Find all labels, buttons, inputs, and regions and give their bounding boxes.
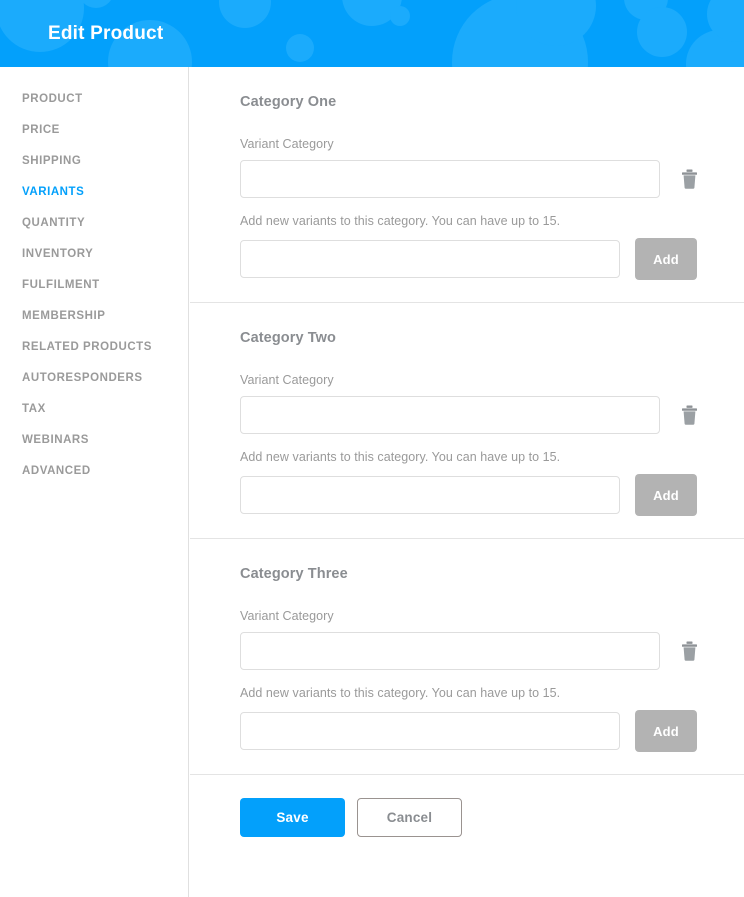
- sidebar-item-variants[interactable]: VARIANTS: [0, 177, 188, 208]
- sidebar-item-quantity[interactable]: QUANTITY: [0, 208, 188, 239]
- app-header: Edit Product: [0, 0, 744, 67]
- variant-category-input[interactable]: [240, 632, 660, 670]
- variant-category-section: Category Two Variant Category Add new va…: [190, 303, 744, 539]
- section-title: Category Two: [240, 330, 336, 346]
- sidebar-item-tax[interactable]: TAX: [0, 394, 188, 425]
- page-body: PRODUCT PRICE SHIPPING VARIANTS QUANTITY…: [0, 67, 744, 897]
- variant-category-input[interactable]: [240, 396, 660, 434]
- sidebar-item-related-products[interactable]: RELATED PRODUCTS: [0, 332, 188, 363]
- add-variant-button[interactable]: Add: [635, 474, 697, 516]
- trash-icon: [681, 405, 697, 425]
- variants-panel: Category One Variant Category Add new va…: [190, 67, 744, 897]
- section-title: Category One: [240, 94, 337, 110]
- sidebar-item-inventory[interactable]: INVENTORY: [0, 239, 188, 270]
- category-input-row: [240, 632, 744, 670]
- delete-category-button[interactable]: [679, 640, 699, 662]
- cancel-button[interactable]: Cancel: [357, 798, 462, 837]
- variant-helper-text: Add new variants to this category. You c…: [240, 214, 561, 228]
- variant-category-label: Variant Category: [240, 373, 334, 387]
- variant-helper-text: Add new variants to this category. You c…: [240, 450, 561, 464]
- form-actions: Save Cancel: [190, 775, 744, 837]
- trash-icon: [681, 641, 697, 661]
- page-title: Edit Product: [48, 22, 164, 44]
- sidebar-item-price[interactable]: PRICE: [0, 115, 188, 146]
- delete-category-button[interactable]: [679, 168, 699, 190]
- new-variant-input[interactable]: [240, 712, 620, 750]
- new-variant-input[interactable]: [240, 240, 620, 278]
- variant-category-label: Variant Category: [240, 137, 334, 151]
- section-title: Category Three: [240, 566, 348, 582]
- add-variant-button[interactable]: Add: [635, 710, 697, 752]
- sidebar-item-autoresponders[interactable]: AUTORESPONDERS: [0, 363, 188, 394]
- variant-category-section: Category Three Variant Category Add new …: [190, 539, 744, 775]
- sidebar-nav: PRODUCT PRICE SHIPPING VARIANTS QUANTITY…: [0, 67, 189, 897]
- category-input-row: [240, 396, 744, 434]
- variant-category-input[interactable]: [240, 160, 660, 198]
- sidebar-item-membership[interactable]: MEMBERSHIP: [0, 301, 188, 332]
- new-variant-input[interactable]: [240, 476, 620, 514]
- add-variant-row: Add: [240, 474, 744, 516]
- sidebar-item-webinars[interactable]: WEBINARS: [0, 425, 188, 456]
- save-button[interactable]: Save: [240, 798, 345, 837]
- variant-category-label: Variant Category: [240, 609, 334, 623]
- delete-category-button[interactable]: [679, 404, 699, 426]
- trash-icon: [681, 169, 697, 189]
- sidebar-item-product[interactable]: PRODUCT: [0, 84, 188, 115]
- variant-helper-text: Add new variants to this category. You c…: [240, 686, 561, 700]
- variant-category-section: Category One Variant Category Add new va…: [190, 67, 744, 303]
- sidebar-item-shipping[interactable]: SHIPPING: [0, 146, 188, 177]
- add-variant-row: Add: [240, 238, 744, 280]
- add-variant-row: Add: [240, 710, 744, 752]
- sidebar-item-fulfilment[interactable]: FULFILMENT: [0, 270, 188, 301]
- sidebar-item-advanced[interactable]: ADVANCED: [0, 456, 188, 487]
- category-input-row: [240, 160, 744, 198]
- add-variant-button[interactable]: Add: [635, 238, 697, 280]
